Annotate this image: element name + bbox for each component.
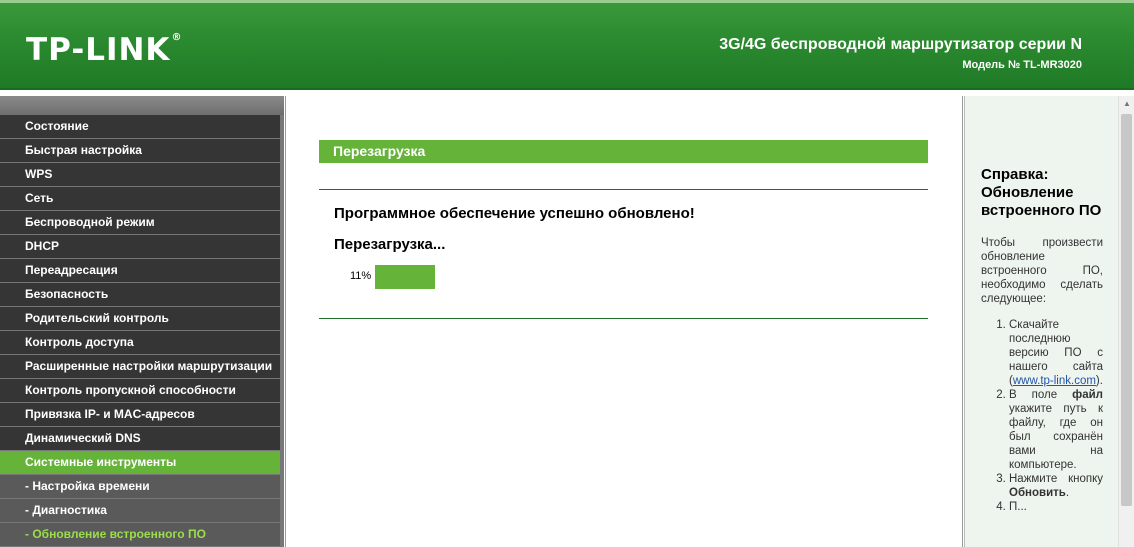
logo-text: TP-LINK [26,32,171,68]
progress-percent: 11% [350,270,372,282]
help-step-4: П... [1009,500,1103,514]
help-step-3: Нажмите кнопку Обновить. [1009,472,1103,500]
registered-mark: ® [171,32,183,43]
help-step-1-end: ). [1095,375,1103,387]
sidebar-item-bandwidth-control[interactable]: Контроль пропускной способности [0,379,280,403]
divider-bottom [319,318,928,319]
help-site-link[interactable]: www.tp-link.com [1013,375,1096,387]
success-message: Программное обеспечение успешно обновлен… [334,205,695,222]
header-top-line [0,0,1134,3]
product-title: 3G/4G беспроводной маршрутизатор серии N [719,36,1082,53]
sidebar-item-quick-setup[interactable]: Быстрая настройка [0,139,280,163]
help-panel: Справка: Обновление встроенного ПО Чтобы… [964,96,1134,547]
help-step-1: Скачайте последнюю версию ПО с нашего са… [1009,318,1103,388]
sidebar-subitem-diagnostics[interactable]: - Диагностика [0,499,280,523]
sidebar-subitem-time-settings[interactable]: - Настройка времени [0,475,280,499]
help-step-3-pre: Нажмите кнопку [1009,473,1103,485]
sidebar-menu: Состояние Быстрая настройка WPS Сеть Бес… [0,96,284,547]
divider-top [319,189,928,190]
sidebar-item-dynamic-dns[interactable]: Динамический DNS [0,427,280,451]
rebooting-message: Перезагрузка... [334,236,446,253]
help-title: Справка: Обновление встроенного ПО [981,166,1102,219]
sidebar-item-wireless[interactable]: Беспроводной режим [0,211,280,235]
sidebar-item-advanced-routing[interactable]: Расширенные настройки маршрутизации [0,355,280,379]
scroll-thumb[interactable] [1121,114,1132,506]
help-step-2-pre: В поле [1009,389,1073,401]
help-step-2-bold: файл [1072,389,1103,401]
sidebar-item-security[interactable]: Безопасность [0,283,280,307]
sidebar-item-dhcp[interactable]: DHCP [0,235,280,259]
sidebar-item-ip-mac-binding[interactable]: Привязка IP- и MAC-адресов [0,403,280,427]
help-content: Справка: Обновление встроенного ПО Чтобы… [981,166,1103,514]
progress-bar [375,265,435,289]
help-step-2-post: укажите путь к файлу, где он был сохранё… [1009,403,1103,471]
help-steps: Скачайте последнюю версию ПО с нашего са… [981,318,1103,514]
sidebar-item-system-tools[interactable]: Системные инструменты [0,451,280,475]
sidebar-item-forwarding[interactable]: Переадресация [0,259,280,283]
help-step-3-bold: Обновить [1009,487,1066,499]
sidebar-subitem-firmware-upgrade[interactable]: - Обновление встроенного ПО [0,523,280,547]
sidebar-top-spacer [0,96,284,115]
model-number: Модель № TL-MR3020 [962,59,1082,71]
sidebar-item-access-control[interactable]: Контроль доступа [0,331,280,355]
header-banner: TP-LINK® 3G/4G беспроводной маршрутизато… [0,0,1134,90]
sidebar-item-status[interactable]: Состояние [0,115,280,139]
sidebar-item-parental-control[interactable]: Родительский контроль [0,307,280,331]
help-step-3-post: . [1065,487,1070,499]
sidebar-item-network[interactable]: Сеть [0,187,280,211]
help-step-2: В поле файл укажите путь к файлу, где он… [1009,388,1103,472]
help-intro: Чтобы произвести обновление встроенного … [981,237,1103,305]
main-content: Перезагрузка Программное обеспечение усп… [285,96,963,547]
tplink-logo: TP-LINK® [26,32,182,68]
scroll-up-arrow-icon[interactable]: ▲ [1119,96,1134,112]
help-scrollbar[interactable]: ▲ [1118,96,1134,547]
section-title: Перезагрузка [319,140,928,163]
sidebar-item-wps[interactable]: WPS [0,163,280,187]
